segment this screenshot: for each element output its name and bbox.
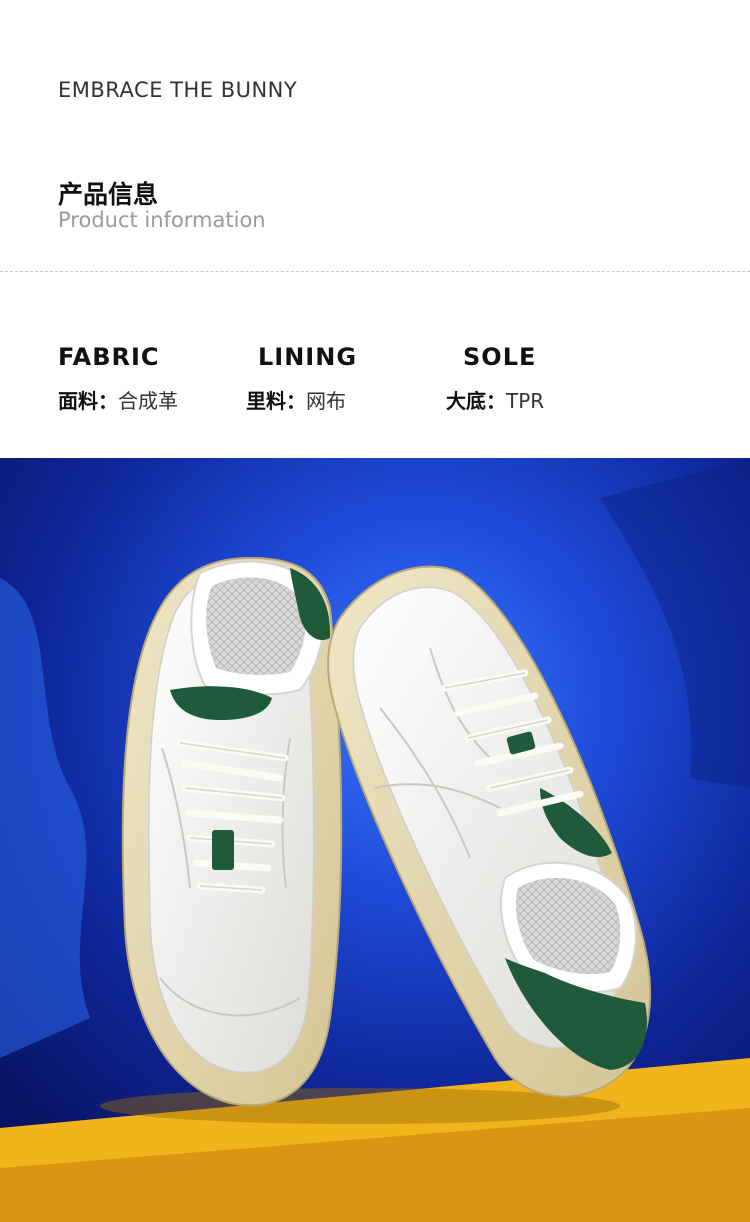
brand-name: EMBRACE THE BUNNY (58, 78, 298, 102)
spec-lining: LINING 里料：网布 (246, 343, 358, 414)
spec-heading: FABRIC (58, 343, 160, 371)
spec-value: 合成革 (118, 389, 178, 413)
spec-heading: LINING (258, 343, 358, 371)
product-photo (0, 458, 750, 1222)
left-sneaker (121, 556, 343, 1107)
spec-heading: SOLE (463, 343, 537, 371)
spec-key: 大底： (446, 389, 506, 413)
spec-fabric: FABRIC 面料：合成革 (58, 343, 178, 414)
spec-key: 里料： (246, 389, 306, 413)
dashed-divider (0, 271, 750, 272)
spec-sole: SOLE 大底：TPR (446, 343, 544, 414)
section-title-chinese: 产品信息 (58, 180, 159, 209)
spec-key: 面料： (58, 389, 118, 413)
spec-value: TPR (506, 389, 545, 413)
spec-detail: 大底：TPR (446, 385, 544, 414)
spec-detail: 面料：合成革 (58, 385, 178, 414)
spec-detail: 里料：网布 (246, 385, 357, 414)
sneakers-illustration (0, 458, 750, 1222)
spec-value: 网布 (306, 389, 346, 413)
section-title-english: Product information (58, 208, 266, 232)
